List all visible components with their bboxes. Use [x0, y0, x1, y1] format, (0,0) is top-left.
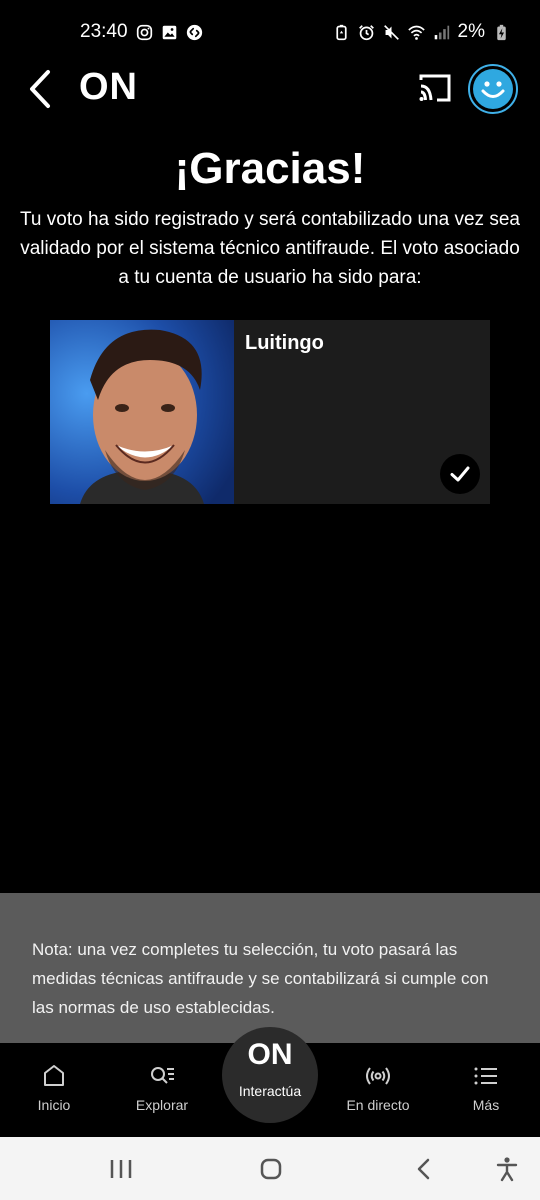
battery-charging-icon — [493, 24, 510, 41]
nav-item-interactua[interactable]: ON Interactúa — [222, 1027, 318, 1123]
back-icon — [417, 1158, 430, 1180]
menu-icon — [474, 1067, 497, 1085]
system-back-button[interactable] — [412, 1155, 434, 1183]
search-list-icon — [151, 1067, 174, 1084]
battery-percent: 2% — [457, 21, 485, 42]
smiley-avatar-icon — [473, 69, 513, 109]
check-icon — [450, 466, 470, 482]
home-button-icon — [260, 1158, 282, 1180]
instagram-icon — [136, 24, 153, 41]
candidate-name: Luitingo — [245, 332, 324, 354]
status-left: 23:40 — [80, 21, 203, 43]
alarm-icon — [358, 24, 375, 41]
vote-confirmation-message: Tu voto ha sido registrado y será contab… — [20, 209, 520, 288]
nav-label-explorar: Explorar — [135, 1097, 189, 1113]
back-button[interactable] — [24, 68, 56, 110]
recent-apps-icon — [110, 1160, 132, 1178]
mute-icon — [383, 24, 400, 41]
nav-item-inicio[interactable]: Inicio — [0, 1063, 108, 1113]
nav-label-mas: Más — [472, 1097, 500, 1113]
signal-icon — [433, 24, 450, 41]
system-nav-bar — [0, 1137, 540, 1200]
candidate-photo — [50, 320, 234, 504]
broadcast-icon — [366, 1067, 390, 1085]
cast-icon — [419, 74, 451, 102]
nav-item-en-directo[interactable]: En directo — [324, 1063, 432, 1113]
accessibility-icon — [496, 1157, 518, 1182]
nav-item-mas[interactable]: Más — [432, 1063, 540, 1113]
on-logo-icon: ON — [247, 1038, 293, 1071]
selected-check-button[interactable] — [440, 454, 480, 494]
note-text: Nota: una vez completes tu selección, tu… — [32, 940, 489, 1017]
nav-item-explorar[interactable]: Explorar — [108, 1063, 216, 1113]
accessibility-button[interactable] — [494, 1155, 520, 1183]
bottom-nav: Inicio Explorar ON Interactúa En directo… — [0, 1027, 540, 1137]
status-bar: 23:40 2% — [0, 0, 540, 64]
avatar[interactable] — [468, 64, 518, 114]
home-icon — [44, 1065, 64, 1086]
clock: 23:40 — [80, 21, 128, 42]
cast-button[interactable] — [418, 72, 452, 104]
nav-label-en-directo: En directo — [346, 1097, 410, 1113]
candidate-card: Luitingo — [50, 320, 490, 504]
nav-label-interactua: Interactúa — [238, 1083, 302, 1099]
nav-label-inicio: Inicio — [37, 1097, 71, 1113]
note-panel: Nota: una vez completes tu selección, tu… — [0, 893, 540, 1043]
app-header: ON — [0, 64, 540, 114]
battery-saver-icon — [333, 24, 350, 41]
wifi-icon — [407, 24, 425, 41]
app-logo: ON — [79, 66, 138, 108]
recent-apps-button[interactable] — [108, 1155, 134, 1183]
page-title: ¡Gracias! — [174, 144, 366, 193]
gallery-icon — [161, 24, 178, 41]
chevron-left-icon — [30, 70, 50, 108]
shazam-icon — [186, 24, 203, 41]
home-button[interactable] — [258, 1155, 284, 1183]
status-right: 2% — [333, 21, 510, 43]
